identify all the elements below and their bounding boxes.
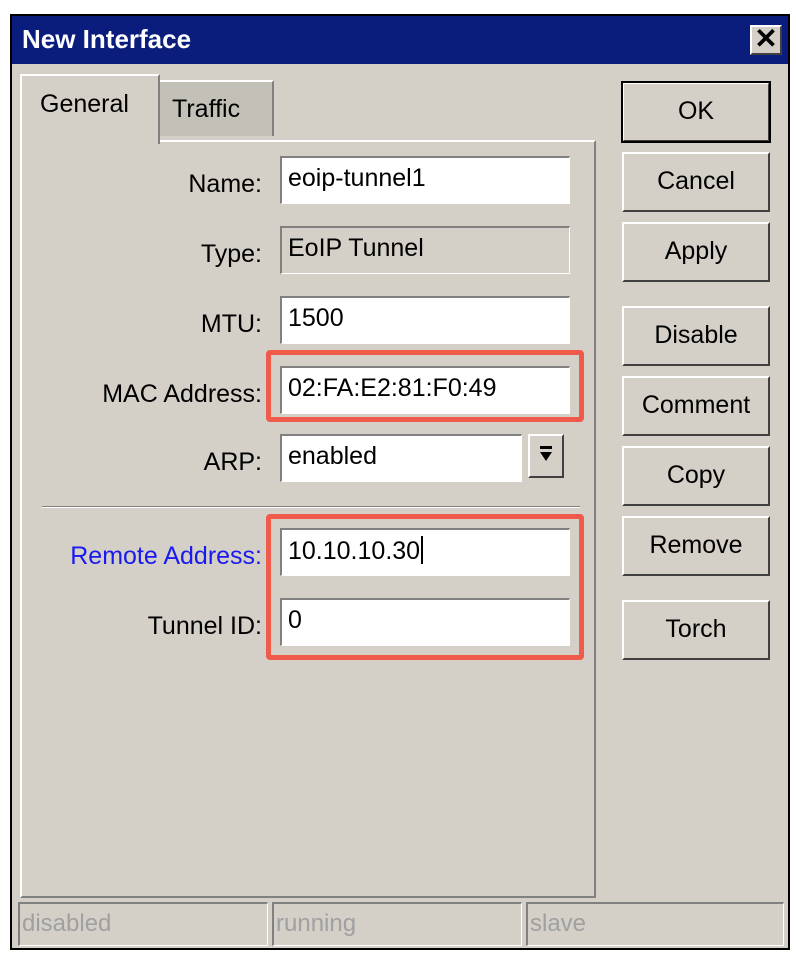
remote-address-label: Remote Address: (70, 542, 262, 570)
tab-general-label: General (40, 90, 129, 118)
remove-button[interactable]: Remove (622, 516, 770, 576)
close-icon: ✕ (754, 23, 778, 54)
status-slave: slave (526, 902, 784, 946)
type-label: Type: (200, 240, 262, 268)
disable-button[interactable]: Disable (622, 306, 770, 366)
remote-tunnel-highlight-box (266, 514, 584, 660)
ok-button[interactable]: OK (621, 81, 771, 143)
comment-button[interactable]: Comment (622, 376, 770, 436)
tab-traffic[interactable]: Traffic (160, 80, 274, 136)
mac-highlight-box (266, 350, 584, 422)
cancel-button[interactable]: Cancel (622, 152, 770, 212)
mtu-field[interactable]: 1500 (280, 296, 570, 344)
chevron-down-icon (540, 452, 552, 461)
apply-button[interactable]: Apply (622, 222, 770, 282)
status-running: running (272, 902, 522, 946)
dropdown-bar-icon (540, 446, 552, 449)
tab-general[interactable]: General (20, 74, 160, 144)
arp-dropdown-button[interactable] (528, 434, 564, 478)
torch-button[interactable]: Torch (622, 600, 770, 660)
name-label: Name: (188, 170, 262, 198)
copy-button[interactable]: Copy (622, 446, 770, 506)
window-title: New Interface (22, 24, 192, 54)
close-button[interactable]: ✕ (750, 25, 782, 55)
tab-traffic-label: Traffic (172, 95, 241, 123)
status-disabled: disabled (18, 902, 268, 946)
type-field: EoIP Tunnel (280, 226, 570, 274)
separator (42, 506, 580, 508)
name-field[interactable]: eoip-tunnel1 (280, 156, 570, 204)
mac-address-label: MAC Address: (102, 380, 262, 408)
arp-select[interactable]: enabled (280, 434, 522, 482)
arp-label: ARP: (203, 448, 262, 476)
title-bar[interactable]: New Interface ✕ (12, 16, 788, 64)
tunnel-id-label: Tunnel ID: (147, 612, 262, 640)
new-interface-window: New Interface ✕ General Traffic Name: eo… (10, 14, 790, 950)
mtu-label: MTU: (200, 310, 262, 338)
